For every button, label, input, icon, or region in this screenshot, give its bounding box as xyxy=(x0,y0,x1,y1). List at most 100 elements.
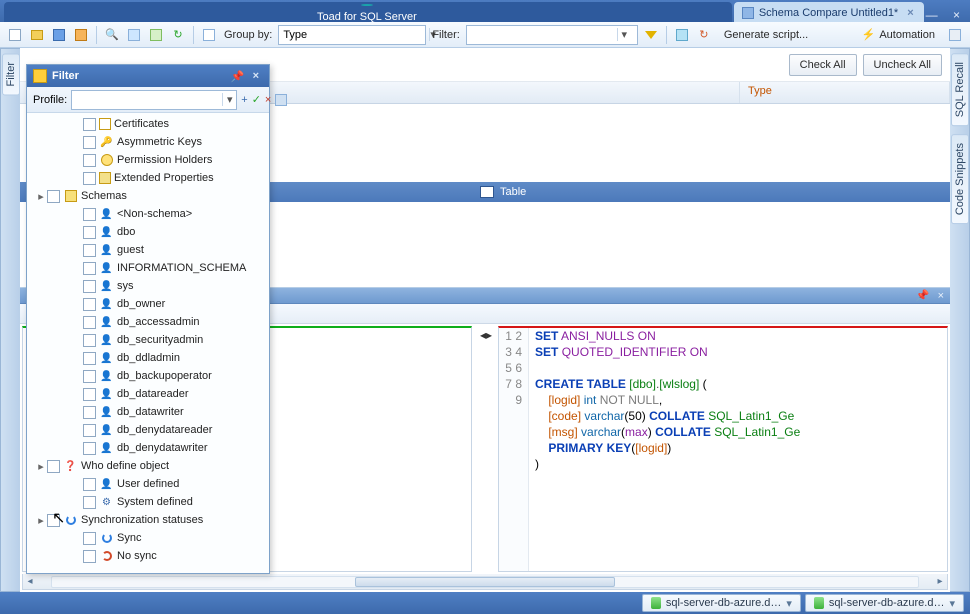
profile-accept-icon[interactable]: ✓ xyxy=(252,93,261,107)
tree-item[interactable]: 👤db_datareader xyxy=(29,385,269,403)
status-connection-2[interactable]: sql-server-db-azure.d… ▾ xyxy=(805,594,964,612)
tool-view-icon[interactable] xyxy=(125,26,143,44)
chevron-down-icon[interactable]: ▾ xyxy=(949,597,955,610)
tree-toggle-icon[interactable]: ▸ xyxy=(35,514,47,527)
checkbox[interactable] xyxy=(83,316,96,329)
tree-item[interactable]: 👤db_owner xyxy=(29,295,269,313)
filter-value[interactable] xyxy=(467,26,617,44)
tab-home[interactable]: Toad for SQL Server xyxy=(4,2,732,22)
checkbox[interactable] xyxy=(83,532,96,545)
scroll-thumb[interactable] xyxy=(355,577,615,587)
tree-item[interactable]: 👤User defined xyxy=(29,475,269,493)
tree-item[interactable]: 👤guest xyxy=(29,241,269,259)
sidetab-code-snippets[interactable]: Code Snippets xyxy=(951,134,969,224)
checkbox[interactable] xyxy=(83,280,96,293)
pin-icon[interactable]: 📌 xyxy=(227,70,249,83)
scroll-track[interactable] xyxy=(51,576,919,588)
tree-item[interactable]: ▸Schemas xyxy=(29,187,269,205)
tool-open-icon[interactable] xyxy=(28,26,46,44)
checkbox[interactable] xyxy=(47,460,60,473)
checkbox[interactable] xyxy=(83,136,96,149)
tree-item[interactable]: 👤db_securityadmin xyxy=(29,331,269,349)
profile-delete-icon[interactable]: × xyxy=(265,93,271,107)
close-icon[interactable]: × xyxy=(249,70,263,82)
grid-col-spacer[interactable] xyxy=(260,82,740,103)
checkbox[interactable] xyxy=(83,442,96,455)
tree-item[interactable]: 👤INFORMATION_SCHEMA xyxy=(29,259,269,277)
pin-icon[interactable]: 📌 xyxy=(916,289,930,302)
checkbox[interactable] xyxy=(83,298,96,311)
automation-button[interactable]: ⚡ Automation xyxy=(855,25,942,45)
tool-options-icon[interactable] xyxy=(147,26,165,44)
tree-item[interactable]: 👤db_backupoperator xyxy=(29,367,269,385)
tree-item[interactable]: No sync xyxy=(29,547,269,565)
tree-item[interactable]: Certificates xyxy=(29,115,269,133)
tool-save-icon[interactable] xyxy=(50,26,68,44)
filter-tree[interactable]: Certificates🔑Asymmetric KeysPermission H… xyxy=(27,113,269,573)
tool-export-icon[interactable] xyxy=(72,26,90,44)
close-icon[interactable]: × xyxy=(938,290,944,302)
uncheck-all-button[interactable]: Uncheck All xyxy=(863,54,942,76)
tool-refresh-icon[interactable]: ↻ xyxy=(169,26,187,44)
tree-item[interactable]: ⚙System defined xyxy=(29,493,269,511)
profile-combo[interactable]: ▾ xyxy=(71,90,237,110)
generate-script-button[interactable]: Generate script... xyxy=(717,25,815,45)
tool-grid-icon[interactable] xyxy=(200,26,218,44)
tree-item[interactable]: 👤db_ddladmin xyxy=(29,349,269,367)
check-all-button[interactable]: Check All xyxy=(789,54,857,76)
tree-item[interactable]: Extended Properties xyxy=(29,169,269,187)
checkbox[interactable] xyxy=(83,406,96,419)
groupby-combo[interactable]: ▾ xyxy=(278,25,426,45)
sidetab-sql-recall[interactable]: SQL Recall xyxy=(951,53,969,126)
scroll-right-icon[interactable]: ▸ xyxy=(933,576,947,587)
checkbox[interactable] xyxy=(83,154,96,167)
tree-item[interactable]: 👤db_datawriter xyxy=(29,403,269,421)
profile-input[interactable] xyxy=(72,91,222,109)
checkbox[interactable] xyxy=(83,424,96,437)
filter-funnel-icon[interactable] xyxy=(642,26,660,44)
tool-script-icon[interactable] xyxy=(673,26,691,44)
sidetab-filter[interactable]: Filter xyxy=(2,53,20,95)
tree-item[interactable]: 👤<Non-schema> xyxy=(29,205,269,223)
checkbox[interactable] xyxy=(83,550,96,563)
tool-search-icon[interactable]: 🔍 xyxy=(103,26,121,44)
grid-col-type[interactable]: Type xyxy=(740,82,950,103)
checkbox[interactable] xyxy=(83,226,96,239)
checkbox[interactable] xyxy=(83,172,96,185)
tree-item[interactable]: ▸Synchronization statuses xyxy=(29,511,269,529)
profile-manage-icon[interactable] xyxy=(275,93,287,107)
checkbox[interactable] xyxy=(47,514,60,527)
checkbox[interactable] xyxy=(83,352,96,365)
code-pane-right[interactable]: 1 2 3 4 5 6 7 8 9 SET ANSI_NULLS ON SET … xyxy=(498,326,948,572)
profile-add-icon[interactable]: + xyxy=(241,93,247,107)
close-tab-icon[interactable]: × xyxy=(907,7,913,19)
checkbox[interactable] xyxy=(83,478,96,491)
tool-sync-icon[interactable]: ↻ xyxy=(695,26,713,44)
filter-panel-title[interactable]: Filter 📌 × xyxy=(27,65,269,87)
tool-panel-icon[interactable] xyxy=(946,26,964,44)
checkbox[interactable] xyxy=(83,244,96,257)
tree-toggle-icon[interactable]: ▸ xyxy=(35,460,47,473)
tree-item[interactable]: Sync xyxy=(29,529,269,547)
tree-item[interactable]: 👤db_denydatawriter xyxy=(29,439,269,457)
tree-item[interactable]: 🔑Asymmetric Keys xyxy=(29,133,269,151)
tool-new-icon[interactable] xyxy=(6,26,24,44)
tree-toggle-icon[interactable]: ▸ xyxy=(35,190,47,203)
filter-combo[interactable]: ▾ xyxy=(466,25,638,45)
tab-schema-compare[interactable]: Schema Compare Untitled1* × xyxy=(734,2,924,22)
checkbox[interactable] xyxy=(83,388,96,401)
scroll-left-icon[interactable]: ◂ xyxy=(23,576,37,587)
code-hscroll[interactable]: ◂ ▸ xyxy=(22,574,948,590)
diff-splitter[interactable]: ◂▸ xyxy=(474,324,498,574)
checkbox[interactable] xyxy=(83,262,96,275)
groupby-value[interactable] xyxy=(279,26,429,44)
chevron-down-icon[interactable]: ▾ xyxy=(786,597,792,610)
tree-item[interactable]: 👤dbo xyxy=(29,223,269,241)
tree-item[interactable]: ▸❓Who define object xyxy=(29,457,269,475)
window-controls[interactable]: — × xyxy=(926,8,966,22)
tree-item[interactable]: 👤sys xyxy=(29,277,269,295)
checkbox[interactable] xyxy=(83,334,96,347)
chevron-down-icon[interactable]: ▾ xyxy=(222,93,236,106)
checkbox[interactable] xyxy=(83,208,96,221)
tree-item[interactable]: 👤db_denydatareader xyxy=(29,421,269,439)
